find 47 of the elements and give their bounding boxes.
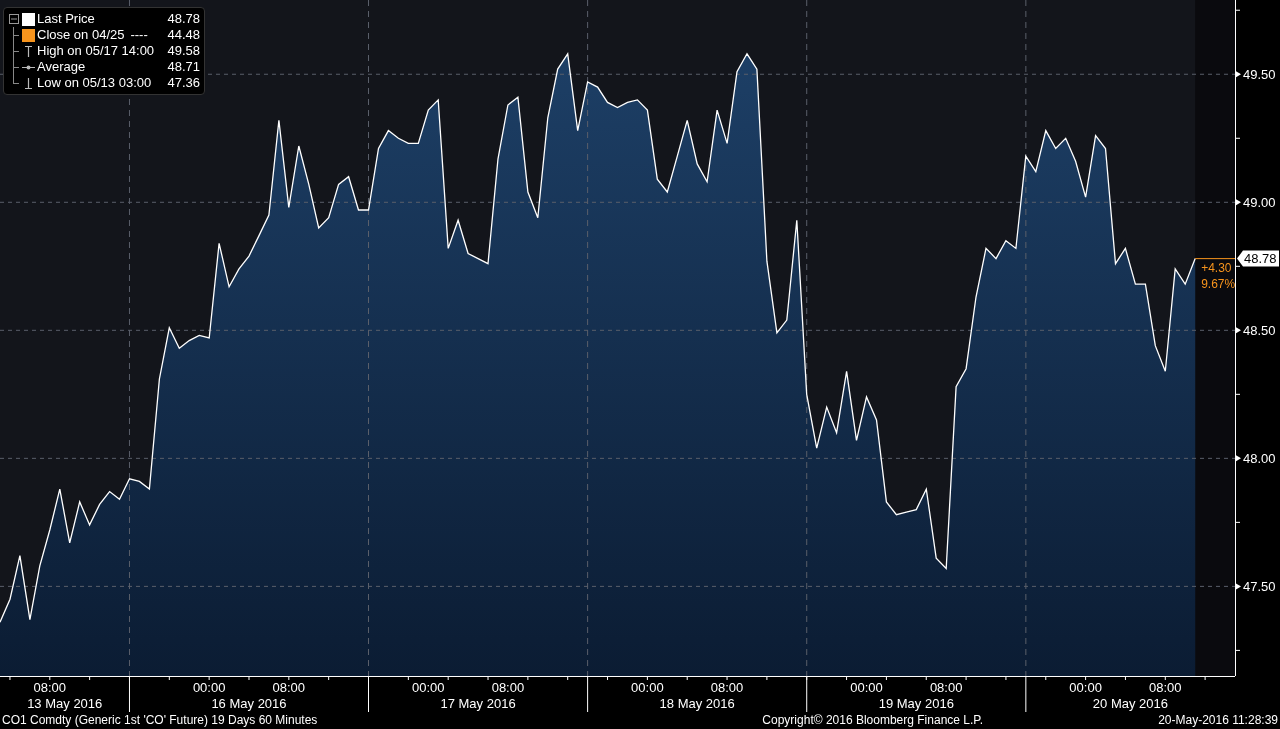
legend-value: 48.71 [167, 59, 200, 75]
date-label: 16 May 2016 [211, 696, 287, 711]
legend-label: Close on 04/25 [37, 27, 125, 43]
legend-label: Last Price [37, 11, 95, 27]
x-tick-label: 08:00 [929, 680, 963, 695]
price-change: +4.30 [1201, 260, 1232, 275]
tick-arrow-icon [1236, 71, 1241, 78]
x-tick-label: 00:00 [412, 680, 445, 695]
legend-value: 47.36 [167, 75, 200, 91]
date-label: 20 May 2016 [1092, 696, 1168, 711]
last-price-tag: 48.78 [1237, 250, 1279, 267]
x-tick-label: 00:00 [850, 680, 883, 695]
x-tick-label: 08:00 [491, 680, 525, 695]
price-change-percent: 9.67% [1201, 276, 1236, 291]
y-tick-label: 49.50 [1243, 66, 1276, 82]
timestamp: 20-May-2016 11:28:39 [1158, 712, 1278, 729]
tick-arrow-icon [1236, 583, 1241, 590]
legend-value: 44.48 [167, 27, 200, 43]
date-label: 13 May 2016 [27, 696, 103, 711]
line-style-sample: ---- [130, 27, 148, 43]
collapse-icon[interactable] [9, 14, 19, 24]
high-marker-icon [22, 44, 35, 58]
tick-arrow-icon [1236, 199, 1241, 206]
date-label: 19 May 2016 [878, 696, 954, 711]
x-tick-label: 00:00 [1069, 680, 1102, 695]
x-tick-label: 00:00 [192, 680, 226, 695]
legend-label: Average [37, 59, 86, 75]
security-description: CO1 Comdty (Generic 1st 'CO' Future) 19 Days 60 Minutes [2, 712, 318, 729]
x-tick-label: 08:00 [710, 680, 744, 695]
copyright-text: Copyright© 2016 Bloomberg Finance L.P. [762, 712, 984, 729]
date-label: 17 May 2016 [440, 696, 516, 711]
legend-value: 48.78 [167, 11, 200, 27]
tick-arrow-icon [1236, 455, 1241, 462]
low-marker-icon [22, 76, 35, 90]
y-tick-label: 49.00 [1243, 194, 1276, 210]
y-tick-label: 47.50 [1243, 578, 1276, 594]
y-tick-label: 48.50 [1243, 322, 1276, 338]
date-label: 18 May 2016 [659, 696, 735, 711]
tick-arrow-icon [1236, 327, 1241, 334]
legend-label: High on 05/17 14:00 [37, 43, 155, 59]
legend-value: 49.58 [167, 43, 200, 59]
legend-label: Low on 05/13 03:00 [37, 75, 152, 91]
x-tick-label: 00:00 [631, 680, 664, 695]
x-tick-label: 08:00 [33, 680, 67, 695]
y-tick-label: 48.00 [1243, 450, 1276, 466]
x-tick-label: 08:00 [1149, 680, 1182, 695]
x-tick-label: 08:00 [272, 680, 306, 695]
